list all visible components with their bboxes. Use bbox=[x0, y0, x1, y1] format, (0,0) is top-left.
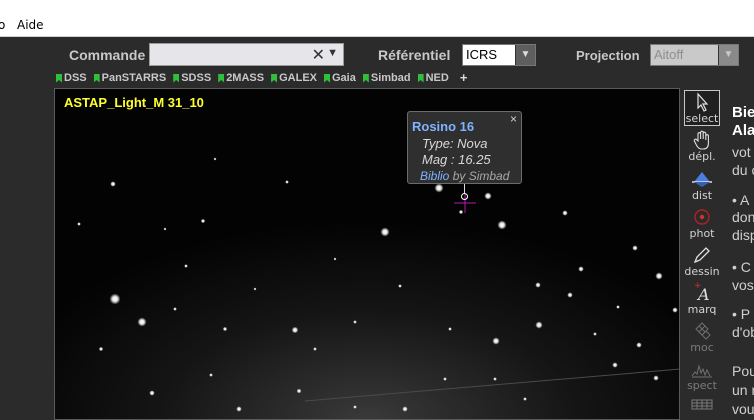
tooltip-leader-line bbox=[464, 184, 465, 193]
survey-galex[interactable]: GALEX bbox=[271, 70, 317, 86]
info-panel: Bie Ala vot du c • A don disp • C vos • … bbox=[728, 88, 754, 420]
survey-ned[interactable]: NED bbox=[417, 70, 449, 86]
distance-icon bbox=[684, 168, 720, 190]
command-input[interactable]: ✕ ▼ bbox=[149, 43, 344, 66]
biblio-link[interactable]: Biblio bbox=[420, 169, 449, 183]
bookmark-icon bbox=[93, 73, 100, 83]
svg-text:A: A bbox=[696, 285, 710, 304]
tool-label: spect bbox=[687, 379, 717, 392]
bookmark-icon bbox=[417, 73, 424, 83]
clear-icon[interactable]: ✕ bbox=[312, 45, 325, 65]
moc-icon bbox=[684, 320, 720, 342]
info-text: • C bbox=[732, 259, 751, 275]
marker-icon: + A bbox=[684, 281, 720, 304]
bookmark-icon bbox=[324, 73, 330, 83]
info-text: • A bbox=[732, 192, 750, 208]
command-label: Commande bbox=[69, 47, 146, 63]
tool-label: dépl. bbox=[688, 150, 716, 163]
tool-photometry[interactable]: phot bbox=[684, 206, 720, 242]
bookmark-icon bbox=[271, 73, 278, 83]
chevron-down-icon[interactable]: ▼ bbox=[718, 45, 738, 65]
tool-palette: select dépl. dist phot dessin +A marq m bbox=[682, 88, 726, 420]
hand-icon bbox=[684, 129, 720, 151]
window-chrome bbox=[0, 0, 754, 13]
add-survey-button[interactable]: + bbox=[460, 70, 468, 86]
survey-gaia[interactable]: Gaia bbox=[324, 70, 356, 86]
cursor-icon bbox=[685, 91, 719, 113]
bookmark-icon bbox=[362, 73, 369, 83]
bookmark-icon bbox=[173, 73, 180, 83]
projection-select-value: Aitoff bbox=[654, 47, 684, 62]
info-text: Pou bbox=[732, 363, 754, 379]
info-text: • P bbox=[732, 306, 751, 322]
frame-select[interactable]: ICRS ▼ bbox=[462, 44, 536, 66]
info-text: Bie bbox=[732, 104, 754, 121]
menu-bar: o Aide bbox=[0, 13, 754, 37]
info-text: don bbox=[732, 209, 754, 225]
tool-label: moc bbox=[690, 341, 714, 354]
frame-select-value: ICRS bbox=[466, 47, 498, 62]
tool-label: phot bbox=[689, 227, 715, 240]
sky-view[interactable]: ASTAP_Light_M 31_10 Rosino 16 × Type: No… bbox=[54, 88, 680, 420]
image-title: ASTAP_Light_M 31_10 bbox=[64, 95, 204, 110]
tooltip-anchor bbox=[461, 193, 468, 200]
tool-draw[interactable]: dessin bbox=[684, 244, 720, 280]
tool-select[interactable]: select bbox=[684, 90, 720, 126]
tool-marker[interactable]: + A marq bbox=[684, 281, 720, 318]
bookmark-icon bbox=[218, 73, 225, 83]
tool-moc[interactable]: moc bbox=[684, 320, 720, 356]
survey-sdss[interactable]: SDSS bbox=[173, 70, 211, 86]
info-text: vou bbox=[732, 401, 754, 417]
tool-label: select bbox=[685, 112, 719, 125]
tool-spectrum[interactable]: spect bbox=[684, 358, 720, 394]
survey-simbad[interactable]: Simbad bbox=[362, 70, 411, 86]
menu-item-aide[interactable]: Aide bbox=[17, 18, 44, 32]
object-name[interactable]: Rosino 16 bbox=[412, 119, 474, 134]
close-icon[interactable]: × bbox=[510, 112, 517, 126]
survey-label: SDSS bbox=[181, 72, 212, 84]
spectrum-icon bbox=[684, 358, 720, 380]
projection-select[interactable]: Aitoff ▼ bbox=[650, 44, 739, 66]
command-bar: Commande ✕ ▼ Référentiel ICRS ▼ Projecti… bbox=[0, 38, 754, 70]
biblio-source: by Simbad bbox=[452, 169, 510, 183]
menu-item-partial[interactable]: o bbox=[0, 18, 5, 32]
table-icon bbox=[684, 396, 720, 418]
survey-label: PanSTARRS bbox=[101, 72, 167, 84]
info-text: Ala bbox=[732, 122, 754, 139]
info-text: du c bbox=[732, 162, 754, 178]
sky-image bbox=[55, 89, 679, 419]
object-type: Type: Nova bbox=[422, 136, 488, 151]
survey-bookmarks: DSS PanSTARRS SDSS 2MASS GALEX Gaia Simb… bbox=[56, 70, 467, 86]
projection-label: Projection bbox=[576, 48, 640, 63]
frame-label: Référentiel bbox=[378, 47, 451, 63]
survey-label: Gaia bbox=[332, 72, 356, 84]
pencil-icon bbox=[684, 244, 720, 266]
tool-label: dessin bbox=[684, 265, 720, 278]
info-text: d'ob bbox=[732, 324, 754, 340]
tool-table[interactable] bbox=[684, 396, 720, 420]
survey-panstarrs[interactable]: PanSTARRS bbox=[93, 70, 167, 86]
tool-pan[interactable]: dépl. bbox=[684, 129, 720, 165]
bookmark-icon bbox=[56, 73, 62, 83]
info-text: vos bbox=[732, 277, 754, 293]
history-dropdown-icon[interactable]: ▼ bbox=[327, 47, 338, 59]
info-text: vot bbox=[732, 144, 751, 160]
object-biblio: Biblio by Simbad bbox=[420, 169, 509, 183]
survey-label: NED bbox=[425, 72, 449, 84]
chevron-down-icon[interactable]: ▼ bbox=[515, 45, 535, 65]
object-tooltip: Rosino 16 × Type: Nova Mag : 16.25 Bibli… bbox=[407, 111, 522, 184]
survey-label: Simbad bbox=[370, 72, 411, 84]
survey-label: 2MASS bbox=[226, 72, 265, 84]
survey-label: DSS bbox=[64, 72, 87, 84]
photometry-icon bbox=[684, 206, 720, 228]
survey-2mass[interactable]: 2MASS bbox=[218, 70, 264, 86]
info-text: disp bbox=[732, 227, 754, 243]
object-magnitude: Mag : 16.25 bbox=[422, 152, 491, 167]
tool-label: marq bbox=[687, 303, 717, 316]
tool-distance[interactable]: dist bbox=[684, 168, 720, 204]
survey-dss[interactable]: DSS bbox=[56, 70, 87, 86]
tool-label: dist bbox=[691, 189, 713, 202]
survey-label: GALEX bbox=[279, 72, 317, 84]
info-text: un n bbox=[732, 382, 754, 398]
